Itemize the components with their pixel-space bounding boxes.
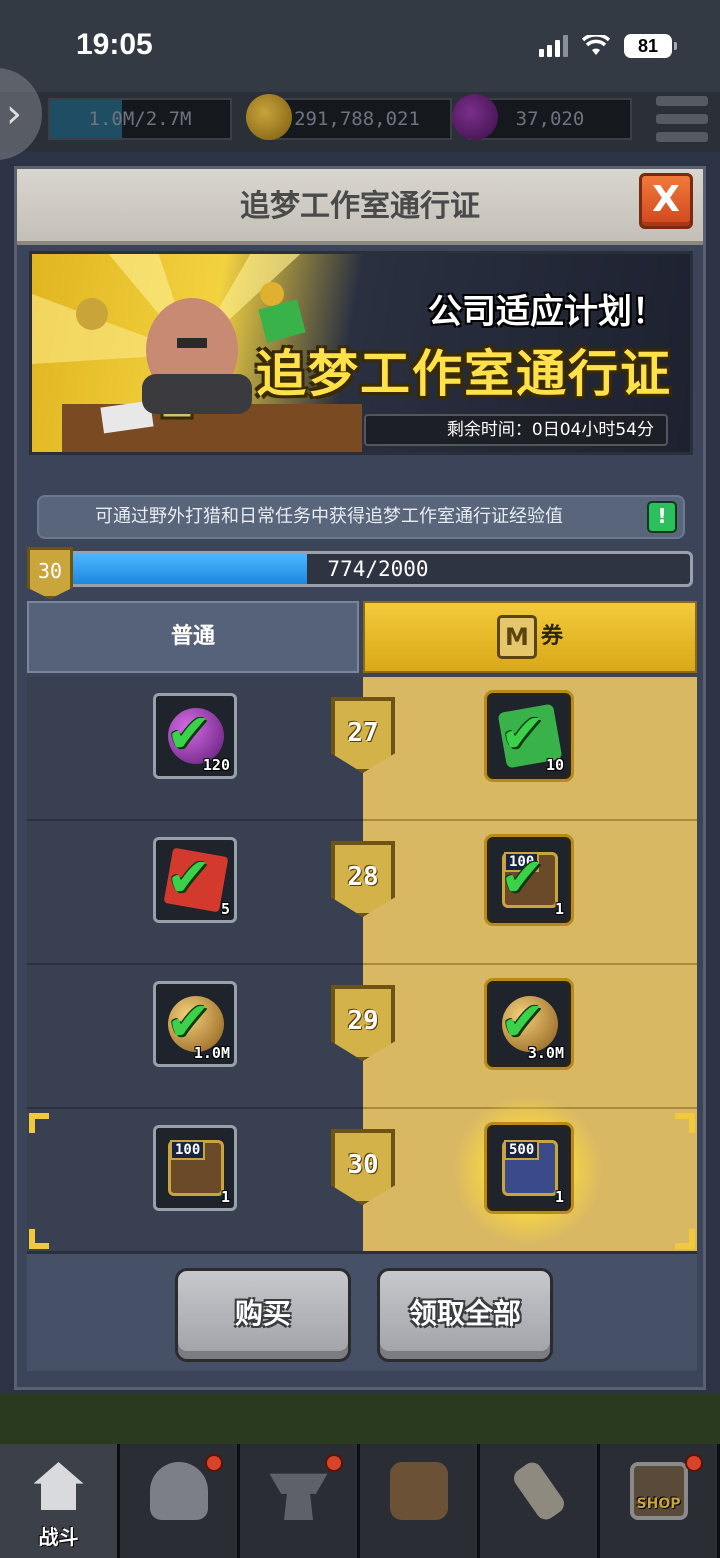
premium-reward-slot[interactable]: ✔ 3.0M (487, 981, 571, 1067)
status-icons: 81 (539, 34, 677, 58)
chest-label: 100 (170, 1140, 206, 1160)
banner-subtitle: 公司适应计划！ (428, 292, 666, 332)
current-level-badge: 30 (27, 547, 73, 599)
remaining-time: 剩余时间：0日04小时54分 (364, 414, 668, 446)
pass-exp-progress: 774/2000 (63, 551, 693, 587)
reward-list: ✔ 120 27 ✔ 10 ✔ 5 28 100 ✔ 1 ✔ 1.0M 29 ✔… (27, 677, 697, 1253)
anvil-icon (269, 1473, 328, 1520)
notification-dot (685, 1454, 703, 1472)
status-time: 19:05 (76, 28, 153, 61)
gem-value: 37,020 (515, 108, 585, 130)
reward-row-current: 100 1 30 500 1 (27, 1095, 697, 1253)
reward-row: ✔ 1.0M 29 ✔ 3.0M (27, 965, 697, 1109)
tab-premium-label: 券 (540, 624, 563, 649)
battery-icon: 81 (624, 34, 677, 58)
progress-text: 774/2000 (327, 557, 429, 581)
menu-icon[interactable] (656, 96, 708, 142)
nav-quests[interactable] (480, 1444, 600, 1558)
claimed-check-icon: ✔ (166, 846, 212, 909)
scroll-icon (509, 1458, 568, 1524)
normal-reward-slot[interactable]: ✔ 120 (153, 693, 237, 779)
claimed-check-icon: ✔ (500, 702, 546, 765)
nav-battle-label: 战斗 (38, 1525, 79, 1549)
bottom-nav: 战斗 SHOP (0, 1444, 720, 1558)
reward-row: ✔ 120 27 ✔ 10 (27, 677, 697, 821)
game-scene-strip (0, 1394, 720, 1444)
premium-reward-slot[interactable]: 100 ✔ 1 (487, 837, 571, 923)
nav-battle[interactable]: 战斗 (0, 1444, 120, 1558)
reward-qty: 5 (220, 900, 230, 918)
premium-reward-slot[interactable]: 500 1 (487, 1125, 571, 1211)
gold-coin-icon (246, 94, 292, 140)
reward-qty: 1.0M (193, 1044, 230, 1062)
pass-banner: 公司适应计划！ 追梦工作室通行证 剩余时间：0日04小时54分 (29, 251, 693, 455)
battle-pass-dialog: 追梦工作室通行证 X 公司适应计划！ 追梦工作室通行证 剩余时间：0日04小时5… (14, 166, 706, 1390)
wifi-icon (582, 35, 610, 55)
gold-value: 291,788,021 (294, 108, 420, 130)
tab-premium[interactable]: M券 (363, 601, 697, 673)
notification-dot (205, 1454, 223, 1472)
reward-qty: 3.0M (527, 1044, 564, 1062)
helmet-icon (149, 1462, 208, 1520)
normal-reward-slot[interactable]: ✔ 5 (153, 837, 237, 923)
close-button[interactable]: X (639, 173, 693, 229)
highlight-corner (29, 1229, 49, 1249)
normal-reward-slot[interactable]: ✔ 1.0M (153, 981, 237, 1067)
claim-all-button[interactable]: 领取全部 (377, 1268, 553, 1362)
home-icon (33, 1462, 84, 1510)
info-bar: 可通过野外打猎和日常任务中获得追梦工作室通行证经验值 ! (37, 495, 685, 539)
premium-reward-slot[interactable]: ✔ 10 (487, 693, 571, 779)
normal-reward-slot[interactable]: 100 1 (153, 1125, 237, 1211)
claimed-check-icon: ✔ (500, 846, 546, 909)
info-text: 可通过野外打猎和日常任务中获得追梦工作室通行证经验值 (95, 506, 563, 527)
dialog-header: 追梦工作室通行证 X (17, 169, 703, 245)
notification-dot (325, 1454, 343, 1472)
highlight-corner (29, 1113, 49, 1133)
nav-shop[interactable]: SHOP (600, 1444, 720, 1558)
dialog-footer: 购买 领取全部 (27, 1251, 697, 1371)
banner-title: 追梦工作室通行证 (256, 345, 672, 403)
reward-qty: 120 (202, 756, 230, 774)
m-ticket-icon: M (496, 615, 537, 659)
chest-label: 500 (504, 1140, 540, 1160)
info-icon[interactable]: ! (647, 501, 677, 533)
resource-bar: 1.0M/2.7M 291,788,021 37,020 (0, 92, 720, 152)
highlight-corner (675, 1113, 695, 1133)
tab-normal[interactable]: 普通 (27, 601, 359, 673)
backpack-icon (389, 1462, 448, 1520)
nav-hero[interactable] (120, 1444, 240, 1558)
reward-qty: 10 (545, 756, 564, 774)
reward-qty: 1 (554, 900, 564, 918)
highlight-corner (675, 1229, 695, 1249)
reward-qty: 1 (554, 1188, 564, 1206)
status-bar: 19:05 81 (0, 0, 720, 96)
nav-inventory[interactable] (360, 1444, 480, 1558)
gem-icon (452, 94, 498, 140)
exp-counter: 1.0M/2.7M (48, 98, 232, 140)
nav-forge[interactable] (240, 1444, 360, 1558)
buy-button[interactable]: 购买 (175, 1268, 351, 1362)
reward-qty: 1 (220, 1188, 230, 1206)
reward-row: ✔ 5 28 100 ✔ 1 (27, 821, 697, 965)
exp-value: 1.0M/2.7M (88, 108, 192, 130)
cellular-signal-icon (539, 35, 568, 57)
nav-shop-label: SHOP (636, 1496, 681, 1512)
dialog-title: 追梦工作室通行证 (240, 189, 480, 224)
